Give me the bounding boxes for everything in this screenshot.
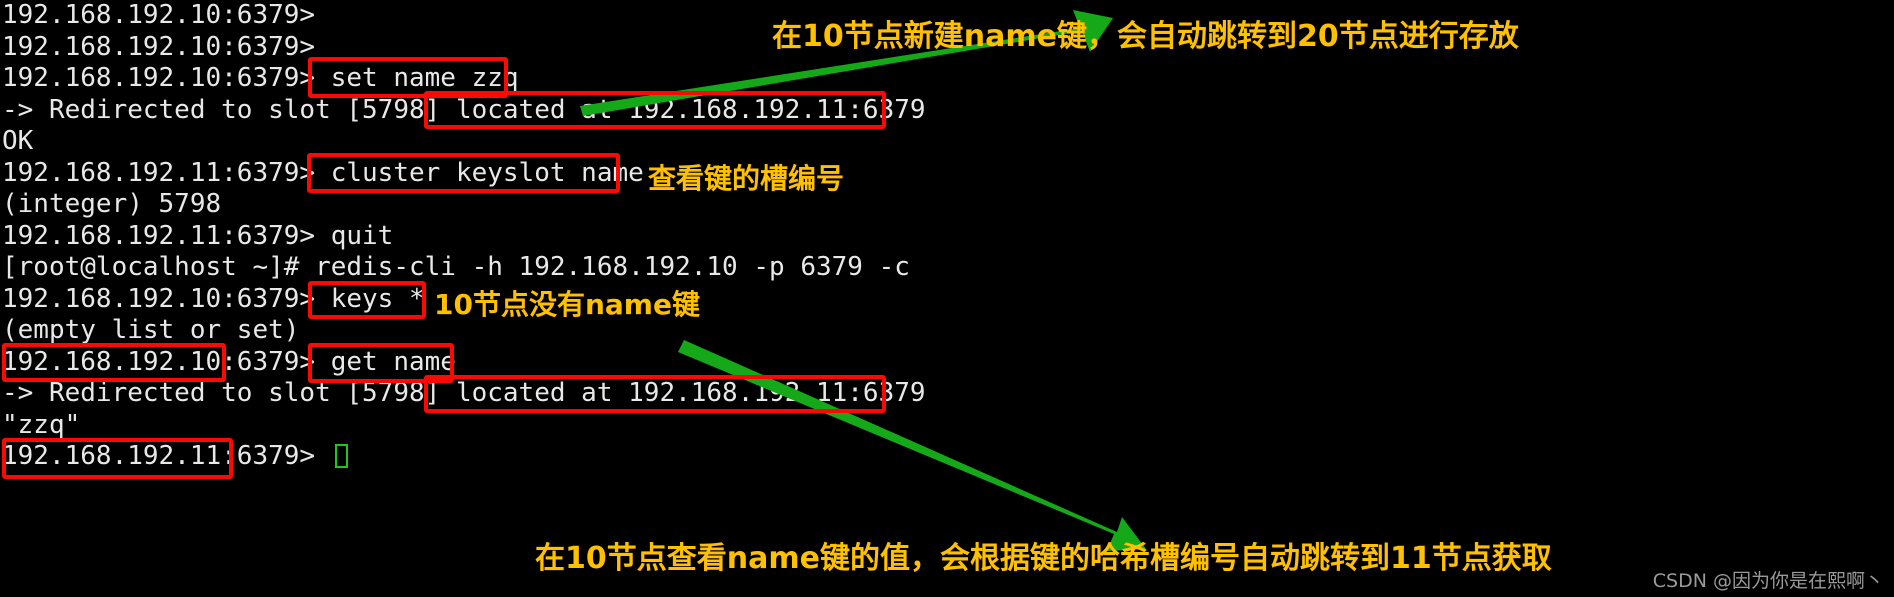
terminal-line: [root@localhost ~]# redis-cli -h 192.168… xyxy=(2,252,910,282)
terminal-screenshot: 192.168.192.10:6379> 192.168.192.10:6379… xyxy=(0,0,1894,597)
terminal-line: (integer) 5798 xyxy=(2,189,222,219)
annotation-note-slot: 查看键的槽编号 xyxy=(648,162,845,195)
terminal-prompt-line[interactable]: 192.168.192.11:6379> xyxy=(0,441,1894,473)
terminal-line: OK xyxy=(2,126,34,156)
annotation-note-keys: 10节点没有name键 xyxy=(434,288,700,321)
csdn-watermark: CSDN @因为你是在熙啊丶 xyxy=(1652,570,1884,592)
terminal-line: (empty list or set) xyxy=(2,315,300,345)
terminal-line: 192.168.192.10:6379> keys * xyxy=(2,283,425,314)
terminal-prompt: 192.168.192.11:6379> xyxy=(2,441,331,471)
terminal-line: 192.168.192.10:6379> set name zzq xyxy=(2,63,519,93)
terminal-output[interactable]: 192.168.192.10:6379> 192.168.192.10:6379… xyxy=(0,0,1894,473)
terminal-line: -> Redirected to slot [5798] located at … xyxy=(2,94,926,125)
terminal-line: 192.168.192.11:6379> cluster keyslot nam… xyxy=(2,157,644,188)
terminal-line: 192.168.192.10:6379> get name xyxy=(2,346,456,377)
terminal-line: -> Redirected to slot [5798] located at … xyxy=(2,378,926,408)
annotation-note-bottom: 在10节点查看name键的值，会根据键的哈希槽编号自动跳转到11节点获取 xyxy=(535,541,1552,576)
terminal-line: 192.168.192.11:6379> quit xyxy=(2,220,394,251)
text-cursor xyxy=(334,444,348,468)
annotation-note-top: 在10节点新建name键，会自动跳转到20节点进行存放 xyxy=(772,19,1519,54)
terminal-line: "zzq" xyxy=(2,409,81,440)
